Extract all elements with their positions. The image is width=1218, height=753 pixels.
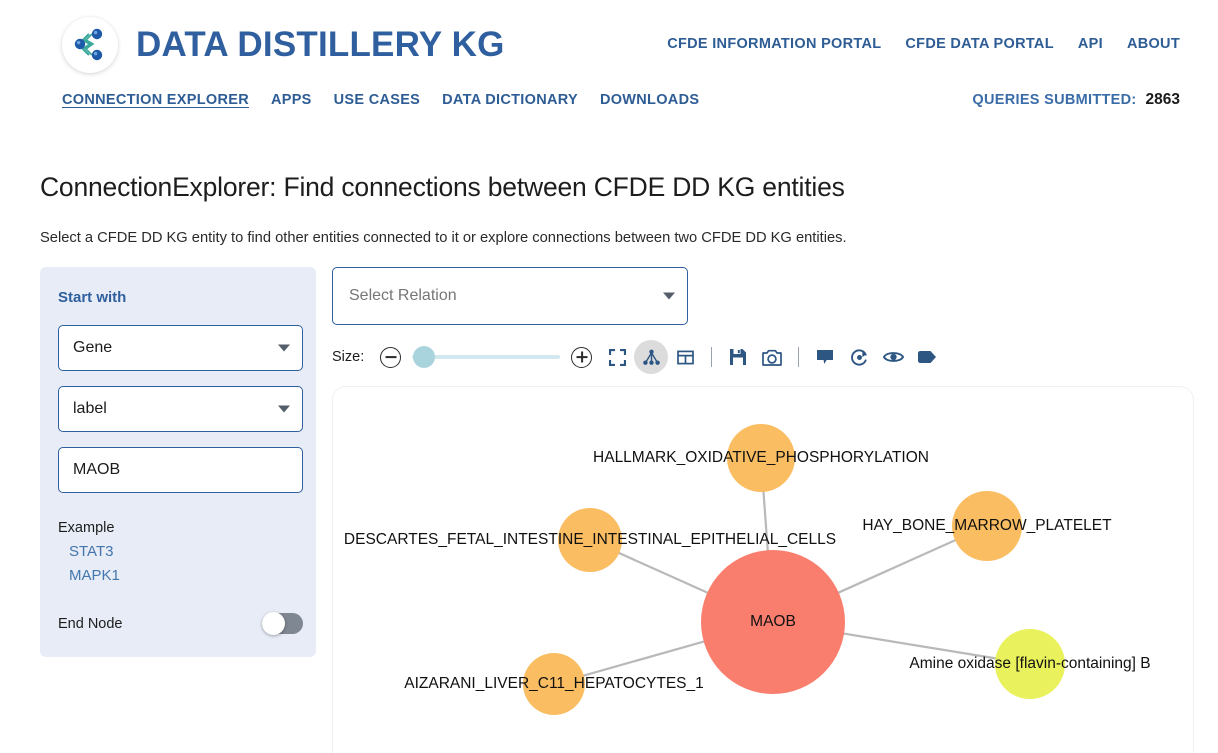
camera-glyph: [762, 349, 783, 366]
table-view-icon[interactable]: [668, 340, 702, 374]
camera-icon[interactable]: [755, 340, 789, 374]
graph-node-label: HAY_BONE_MARROW_PLATELET: [862, 517, 1112, 534]
query-sidebar: Start with Gene label MAOB Example STAT3…: [40, 267, 316, 657]
table-view-glyph: [676, 350, 694, 364]
subnav-connection-explorer[interactable]: CONNECTION EXPLORER: [62, 92, 249, 108]
page-root: DATA DISTILLERY KG CFDE INFORMATION PORT…: [0, 0, 1218, 753]
top-navigation: CFDE INFORMATION PORTAL CFDE DATA PORTAL…: [667, 36, 1180, 54]
queries-submitted-count: 2863: [1145, 91, 1180, 108]
relation-select-value: Select Relation: [349, 287, 457, 304]
plus-circle-icon[interactable]: [571, 346, 593, 368]
nav-cfde-data-portal[interactable]: CFDE DATA PORTAL: [905, 36, 1053, 52]
comment-icon[interactable]: [808, 340, 842, 374]
sub-navigation-row: CONNECTION EXPLORER APPS USE CASES DATA …: [0, 78, 1218, 122]
molecule-network-logo: [62, 17, 118, 73]
fullscreen-icon[interactable]: [600, 340, 634, 374]
page-description: Select a CFDE DD KG entity to find other…: [40, 230, 847, 246]
sub-navigation: CONNECTION EXPLORER APPS USE CASES DATA …: [62, 92, 699, 108]
eye-glyph: [882, 352, 904, 362]
refresh-node-glyph: [850, 348, 867, 366]
brand[interactable]: DATA DISTILLERY KG: [62, 17, 505, 73]
graph-node-label: AIZARANI_LIVER_C11_HEPATOCYTES_1: [404, 675, 704, 692]
graph-layout-icon[interactable]: [634, 340, 669, 374]
logo-svg: [74, 28, 103, 61]
graph-layout-glyph: [642, 349, 660, 365]
save-icon[interactable]: [721, 340, 755, 374]
comment-glyph: [817, 349, 834, 364]
graph-node-label: MAOB: [750, 613, 796, 630]
brand-title: DATA DISTILLERY KG: [136, 25, 505, 64]
graph-edge: [617, 551, 709, 594]
graph-edge: [582, 640, 705, 677]
refresh-node-icon[interactable]: [842, 340, 876, 374]
sidebar-title: Start with: [58, 289, 127, 306]
size-label: Size:: [332, 349, 365, 365]
toolbar-separator: [711, 347, 713, 367]
page-title: ConnectionExplorer: Find connections bet…: [40, 172, 845, 202]
graph-column: Select Relation Size: MAOB HALLMARK_OXID…: [332, 267, 1194, 753]
entity-type-value: Gene: [73, 339, 113, 356]
chevron-down-icon: [663, 292, 675, 300]
end-node-label: End Node: [58, 615, 123, 632]
chevron-down-icon: [278, 344, 290, 352]
site-header: DATA DISTILLERY KG CFDE INFORMATION PORT…: [0, 0, 1218, 78]
graph-svg: [523, 424, 1065, 715]
subnav-data-dictionary[interactable]: DATA DICTIONARY: [442, 92, 578, 108]
relation-select[interactable]: Select Relation: [332, 267, 688, 325]
nav-api[interactable]: API: [1078, 36, 1103, 52]
toolbar-separator: [798, 347, 800, 367]
graph-node-label: Amine oxidase [flavin-containing] B: [909, 655, 1151, 672]
tag-icon[interactable]: [910, 340, 944, 374]
fullscreen-glyph: [608, 348, 626, 366]
field-type-select[interactable]: label: [58, 386, 303, 432]
nav-about[interactable]: ABOUT: [1127, 36, 1180, 52]
graph-toolbar: Size:: [332, 334, 1194, 380]
size-slider[interactable]: [412, 346, 561, 368]
field-type-value: label: [73, 400, 107, 417]
subnav-apps[interactable]: APPS: [271, 92, 312, 108]
eye-icon[interactable]: [876, 340, 910, 374]
toggle-knob: [262, 612, 285, 635]
graph-node-label: DESCARTES_FETAL_INTESTINE_INTESTINAL_EPI…: [343, 531, 837, 548]
entity-type-select[interactable]: Gene: [58, 325, 303, 371]
main-content: Start with Gene label MAOB Example STAT3…: [40, 267, 1218, 753]
example-link-stat3[interactable]: STAT3: [69, 543, 298, 560]
save-glyph: [730, 349, 747, 365]
graph-node-label: HALLMARK_OXIDATIVE_PHOSPHORYLATION: [593, 449, 929, 466]
subnav-use-cases[interactable]: USE CASES: [334, 92, 421, 108]
chevron-down-icon: [278, 405, 290, 413]
subnav-downloads[interactable]: DOWNLOADS: [600, 92, 699, 108]
queries-submitted-label: QUERIES SUBMITTED:: [972, 92, 1137, 108]
example-link-mapk1[interactable]: MAPK1: [69, 567, 298, 584]
tag-glyph: [918, 351, 937, 363]
graph-edge: [837, 538, 957, 594]
queries-submitted: QUERIES SUBMITTED: 2863: [972, 91, 1180, 109]
minus-circle-icon[interactable]: [380, 346, 402, 368]
example-label: Example: [58, 520, 115, 536]
search-input[interactable]: MAOB: [73, 461, 120, 479]
graph-canvas[interactable]: MAOB HALLMARK_OXIDATIVE_PHOSPHORYLATION DE…: [332, 386, 1194, 753]
end-node-toggle[interactable]: [262, 612, 303, 635]
search-input-wrapper[interactable]: MAOB: [58, 447, 303, 493]
nav-cfde-information-portal[interactable]: CFDE INFORMATION PORTAL: [667, 36, 881, 52]
slider-knob[interactable]: [413, 346, 436, 368]
end-node-row: End Node: [58, 612, 303, 635]
